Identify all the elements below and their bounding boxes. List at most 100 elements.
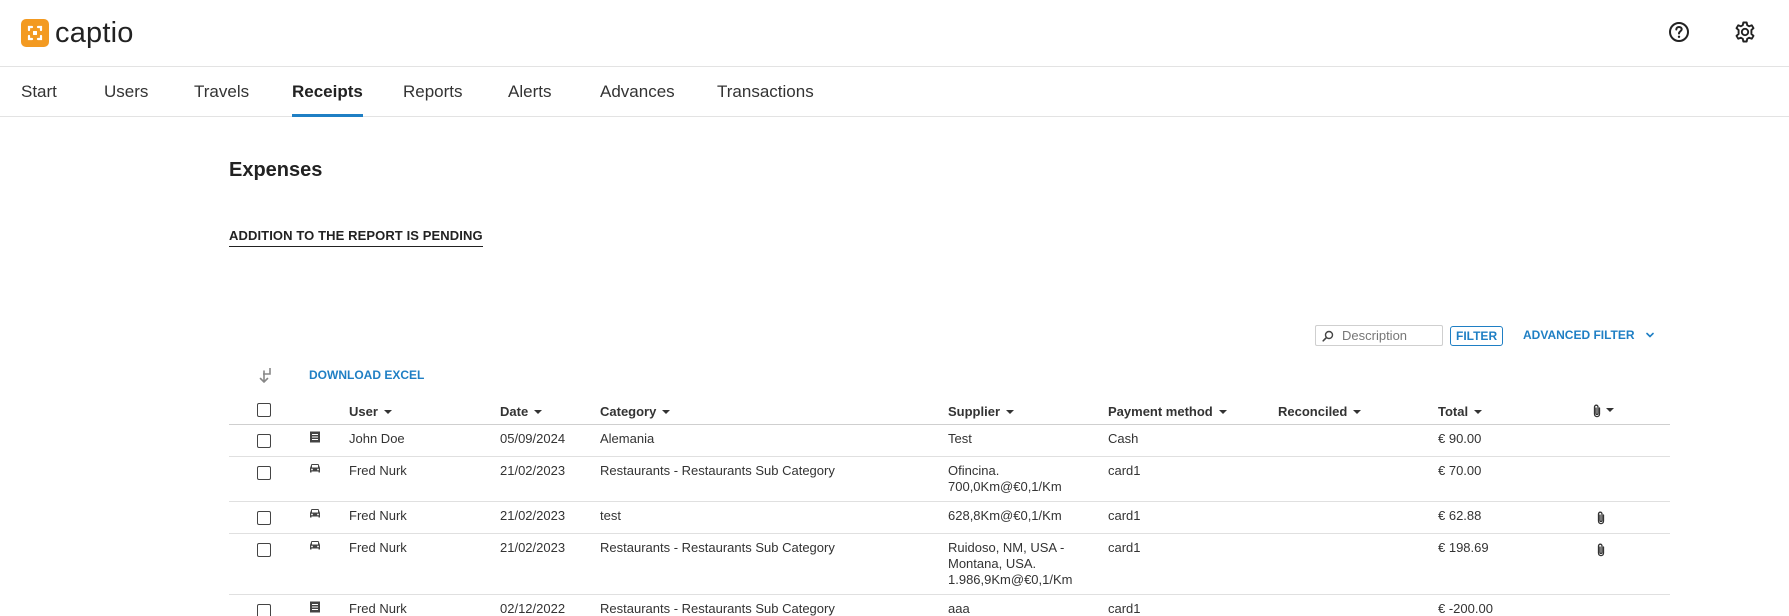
receipt-icon [310,601,320,613]
advanced-filter-label: ADVANCED FILTER [1523,328,1635,342]
row-checkbox[interactable] [257,466,271,480]
header-user[interactable]: User [349,404,392,420]
header-user-label: User [349,404,378,419]
tab-alerts[interactable]: Alerts [508,68,551,117]
header-reconciled-label: Reconciled [1278,404,1348,419]
header-supplier-label: Supplier [948,404,1001,419]
sort-caret-icon [1353,409,1362,414]
cell-category: Alemania [600,431,655,446]
cell-payment-method: card1 [1108,540,1141,555]
cell-date: 05/09/2024 [500,431,566,446]
pending-report-link[interactable]: ADDITION TO THE REPORT IS PENDING [229,228,483,247]
cell-supplier: Ruidoso, NM, USA - Montana, USA. 1.986,9… [948,540,1073,587]
cell-user: Fred Nurk [349,508,407,523]
cell-date: 21/02/2023 [500,463,566,478]
row-checkbox[interactable] [257,511,271,525]
cell-category: Restaurants - Restaurants Sub Category [600,540,835,555]
car-icon [310,509,320,518]
tab-reports[interactable]: Reports [403,68,463,117]
cell-payment-method: card1 [1108,601,1141,616]
sort-caret-icon [1218,409,1227,414]
cell-supplier: Ofincina. 700,0Km@€0,1/Km [948,463,1062,494]
table-row[interactable]: Fred Nurk 02/12/2022 Restaurants - Resta… [229,595,1670,616]
header-total-label: Total [1438,404,1469,419]
header-payment-label: Payment method [1108,404,1213,419]
download-excel-button[interactable]: DOWNLOAD EXCEL [309,368,424,382]
tab-travels[interactable]: Travels [194,68,249,117]
cell-date: 21/02/2023 [500,540,566,555]
top-bar: captio [0,0,1789,67]
table-row[interactable]: John Doe 05/09/2024 Alemania Test Cash €… [229,425,1670,457]
header-attachment[interactable] [1591,402,1614,419]
filter-button[interactable]: FILTER [1450,326,1504,346]
sort-arrow-icon[interactable] [257,366,273,384]
logo-mark-icon [21,19,49,47]
cell-category: test [600,508,621,523]
tab-advances[interactable]: Advances [600,68,675,117]
header-total[interactable]: Total [1438,404,1483,420]
paperclip-icon [1593,404,1601,417]
description-search-input[interactable] [1342,328,1442,343]
main-nav: Start Users Travels Receipts Reports Ale… [0,68,1789,117]
sort-caret-icon [383,409,392,414]
sort-caret-icon [1006,409,1015,414]
help-icon[interactable] [1667,20,1691,44]
header-category-label: Category [600,404,657,419]
sort-caret-icon [1474,409,1483,414]
tab-transactions[interactable]: Transactions [717,68,814,117]
cell-date: 02/12/2022 [500,601,566,616]
cell-supplier: 628,8Km@€0,1/Km [948,508,1062,523]
cell-payment-method: card1 [1108,463,1141,478]
cell-payment-method: card1 [1108,508,1141,523]
paperclip-icon[interactable] [1595,510,1607,526]
tab-receipts[interactable]: Receipts [292,68,363,117]
cell-category: Restaurants - Restaurants Sub Category [600,463,835,478]
cell-date: 21/02/2023 [500,508,566,523]
receipt-icon [310,431,320,443]
cell-user: Fred Nurk [349,463,407,478]
page-title: Expenses [229,159,323,181]
car-icon [310,464,320,473]
tab-start[interactable]: Start [21,68,57,117]
sort-caret-icon [1606,407,1614,412]
sort-caret-icon [662,409,671,414]
header-date[interactable]: Date [500,404,543,420]
cell-supplier: aaa [948,601,970,616]
select-all-checkbox[interactable] [257,403,271,417]
advanced-filter-toggle[interactable]: ADVANCED FILTER [1523,328,1655,342]
description-search[interactable] [1315,325,1443,346]
paperclip-icon[interactable] [1595,542,1607,558]
cell-category: Restaurants - Restaurants Sub Category [600,601,835,616]
cell-total: € 198.69 [1438,540,1489,555]
gear-icon[interactable] [1733,20,1757,44]
expenses-table: User Date Category Supplier Payment meth… [229,398,1670,616]
cell-supplier: Test [948,431,972,446]
cell-payment-method: Cash [1108,431,1139,446]
header-payment-method[interactable]: Payment method [1108,404,1227,420]
captio-logo[interactable]: captio [21,17,134,49]
table-row[interactable]: Fred Nurk 21/02/2023 Restaurants - Resta… [229,457,1670,502]
cell-total: € 70.00 [1438,463,1482,478]
car-icon [310,541,320,550]
cell-user: Fred Nurk [349,601,407,616]
header-reconciled[interactable]: Reconciled [1278,404,1362,420]
header-category[interactable]: Category [600,404,671,420]
header-supplier[interactable]: Supplier [948,404,1015,420]
row-checkbox[interactable] [257,543,271,557]
app-name: captio [55,17,134,49]
cell-total: € 62.88 [1438,508,1482,523]
tab-users[interactable]: Users [104,68,148,117]
table-row[interactable]: Fred Nurk 21/02/2023 test 628,8Km@€0,1/K… [229,502,1670,534]
row-checkbox[interactable] [257,434,271,448]
chevron-down-icon [1645,332,1654,338]
sort-caret-icon [534,409,543,414]
cell-user: Fred Nurk [349,540,407,555]
table-row[interactable]: Fred Nurk 21/02/2023 Restaurants - Resta… [229,534,1670,595]
cell-total: € -200.00 [1438,601,1493,616]
search-icon [1322,330,1334,342]
cell-total: € 90.00 [1438,431,1482,446]
row-checkbox[interactable] [257,604,271,616]
cell-user: John Doe [349,431,405,446]
table-header-row: User Date Category Supplier Payment meth… [229,398,1670,425]
header-date-label: Date [500,404,529,419]
